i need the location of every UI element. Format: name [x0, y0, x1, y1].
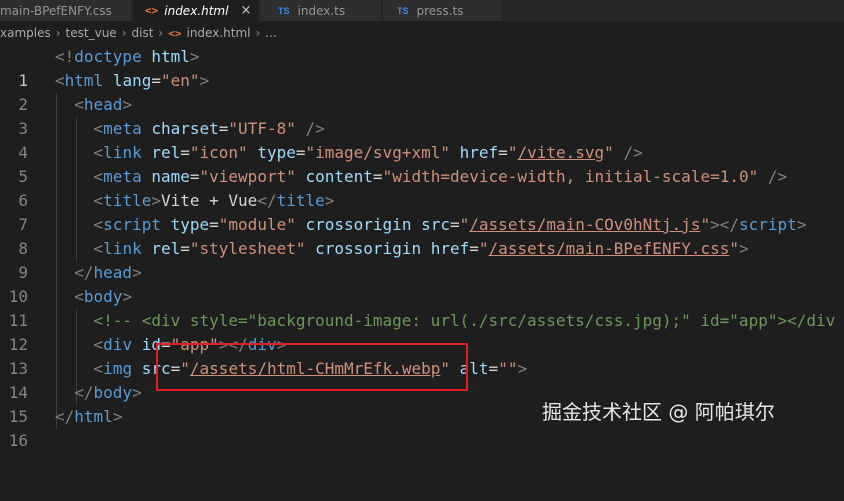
chevron-right-icon: › [255, 26, 261, 40]
breadcrumb-item[interactable]: test_vue [66, 26, 117, 40]
tab-main-css[interactable]: main-BPefENFY.css [0, 0, 132, 21]
chevron-right-icon: › [55, 26, 61, 40]
chevron-right-icon: › [121, 26, 127, 40]
highlight-annotation-box [156, 343, 468, 391]
breadcrumb-item[interactable]: index.html [186, 26, 250, 40]
close-icon[interactable]: × [240, 3, 251, 18]
code-line[interactable]: 7 <title>Vite + Vue</title> [0, 189, 844, 234]
html-file-icon: <> [145, 4, 159, 17]
html-file-icon: <> [168, 26, 182, 40]
tab-press-ts[interactable]: TS press.ts [383, 0, 503, 21]
code-line[interactable]: 9 <link rel="stylesheet" crossorigin hre… [0, 237, 844, 282]
watermark: 掘金技术社区 @ 阿帕琪尔 [542, 400, 775, 424]
code-line[interactable]: 10 </head> [0, 261, 844, 306]
code-line[interactable]: 8 <script type="module" crossorigin src=… [0, 213, 844, 258]
ts-file-icon: TS [397, 5, 409, 16]
breadcrumb-item[interactable]: xamples [0, 26, 51, 40]
breadcrumb: xamples › test_vue › dist › <> index.htm… [0, 22, 844, 44]
code-comment: <!-- <div style="background-image: url(.… [93, 311, 836, 330]
editor-tab-bar: main-BPefENFY.css <> index.html × TS ind… [0, 0, 844, 21]
file-link[interactable]: /assets/main-COv0hNtj.js [469, 215, 700, 234]
breadcrumb-item[interactable]: dist [132, 26, 154, 40]
ts-file-icon: TS [278, 5, 290, 16]
chevron-right-icon: › [158, 26, 164, 40]
breadcrumb-item[interactable]: ... [265, 26, 276, 40]
tab-label: index.ts [297, 3, 346, 18]
tab-label: main-BPefENFY.css [0, 3, 112, 18]
code-line[interactable]: 12 <!-- <div style="background-image: ur… [0, 309, 844, 354]
file-link[interactable]: /vite.svg [517, 143, 604, 162]
code-line[interactable]: 5 <link rel="icon" type="image/svg+xml" … [0, 141, 844, 186]
code-line[interactable]: 6 <meta name="viewport" content="width=d… [0, 165, 844, 210]
code-line[interactable]: 4 <meta charset="UTF-8" /> [0, 117, 844, 162]
line-number: 16 [8, 431, 28, 450]
tab-label: press.ts [416, 3, 464, 18]
tab-index-html[interactable]: <> index.html × [133, 0, 259, 21]
code-line[interactable]: 2 <html lang="en"> [0, 69, 844, 114]
tab-index-ts[interactable]: TS index.ts [260, 0, 382, 21]
tab-label: index.html [164, 3, 229, 18]
code-line[interactable]: 3 <head> [0, 93, 844, 138]
code-line[interactable]: 11 <body> [0, 285, 844, 330]
code-line[interactable]: 1 <!doctype html> [0, 45, 844, 90]
file-link[interactable]: /assets/main-BPefENFY.css [489, 239, 730, 258]
